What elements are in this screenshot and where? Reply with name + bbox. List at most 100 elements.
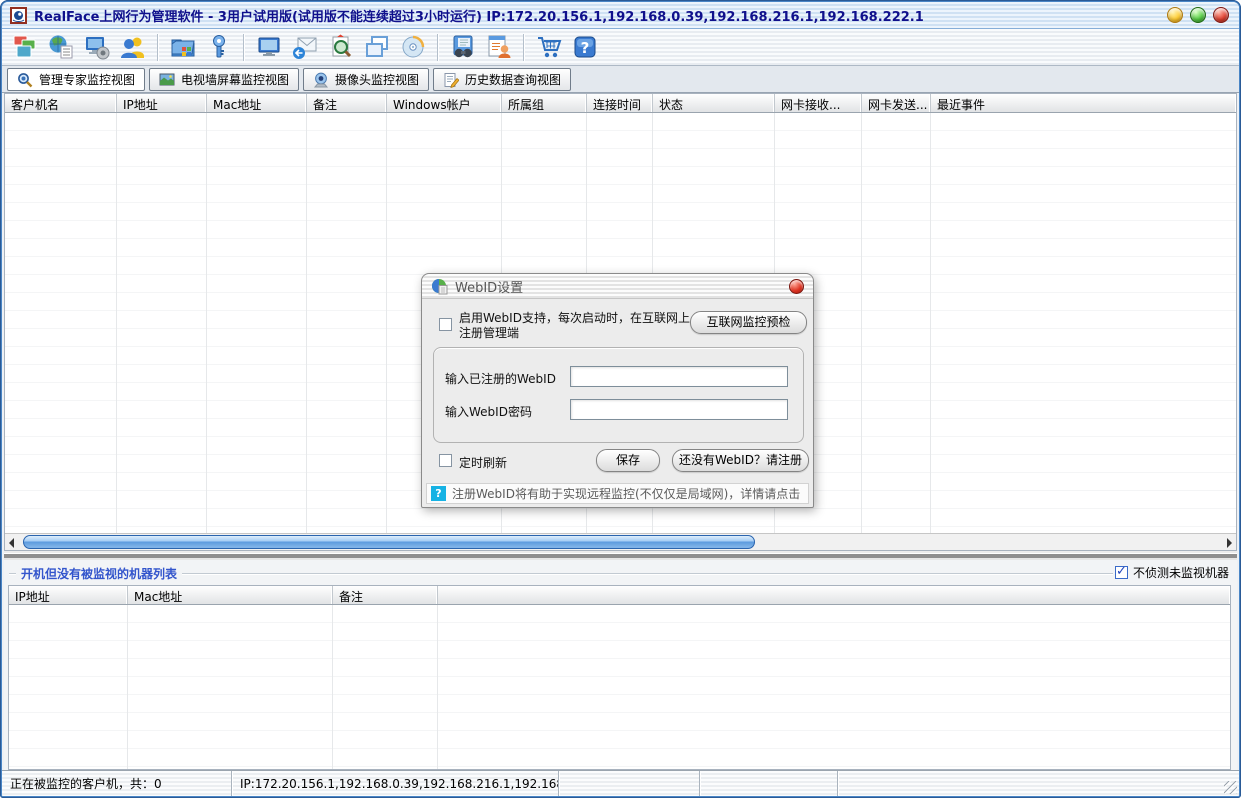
column-header-connect-time[interactable]: 连接时间 [587, 94, 653, 112]
scroll-right-arrow[interactable] [1227, 538, 1232, 548]
enable-webid-checkbox[interactable] [439, 318, 452, 331]
toolbar: ? [2, 29, 1239, 66]
column-header-remark[interactable]: 备注 [333, 586, 438, 604]
screen-wall-icon [159, 72, 175, 88]
close-button[interactable] [1213, 7, 1229, 23]
horizontal-scrollbar[interactable] [5, 533, 1236, 550]
column-header-ip[interactable]: IP地址 [117, 94, 207, 112]
status-panel-empty [559, 771, 700, 796]
toolbar-screen-button[interactable] [254, 33, 283, 62]
toolbar-windows-layers-button[interactable] [10, 33, 39, 62]
toolbar-globe-list-button[interactable] [46, 33, 75, 62]
toolbar-mail-reply-button[interactable] [290, 33, 319, 62]
dialog-title: WebID设置 [455, 277, 789, 296]
toolbar-disc-button[interactable] [398, 33, 427, 62]
toolbar-user-list-button[interactable] [484, 33, 513, 62]
webid-group-box [433, 347, 804, 443]
column-header-windows-account[interactable]: Windows帐户 [387, 94, 502, 112]
dialog-globe-icon [431, 278, 448, 295]
magnifier-icon [17, 72, 33, 88]
toolbar-users-button[interactable] [118, 33, 147, 62]
no-detect-checkbox-label: 不侦测未监视机器 [1133, 564, 1229, 581]
dialog-title-bar: WebID设置 [422, 274, 813, 299]
app-logo-icon [10, 7, 27, 24]
globe-list-icon [48, 34, 74, 60]
toolbar-separator [523, 34, 524, 61]
no-detect-checkbox-group[interactable]: 不侦测未监视机器 [1113, 564, 1231, 581]
group-box-line [9, 573, 1231, 574]
toolbar-separator [157, 34, 158, 61]
webid-input-label: 输入已注册的WebID [445, 370, 556, 387]
toolbar-key-button[interactable] [204, 33, 233, 62]
panel-splitter[interactable] [4, 551, 1237, 560]
address-book-icon [450, 34, 476, 60]
column-header-client-name[interactable]: 客户机名 [5, 94, 117, 112]
app-window: RealFace上网行为管理软件 - 3用户试用版(试用版不能连续超过3小时运行… [0, 0, 1241, 798]
column-header-blank [438, 586, 1230, 604]
webid-settings-dialog: WebID设置 启用WebID支持，每次启动时，在互联网上注册管理端 互联网监控… [421, 273, 814, 508]
internet-precheck-button[interactable]: 互联网监控预检 [690, 311, 807, 334]
window-title: RealFace上网行为管理软件 - 3用户试用版(试用版不能连续超过3小时运行… [34, 6, 1160, 25]
no-detect-checkbox[interactable] [1115, 566, 1128, 579]
toolbar-search-document-button[interactable] [326, 33, 355, 62]
minimize-button[interactable] [1167, 7, 1183, 23]
tab-label: 电视墙屏幕监控视图 [181, 71, 289, 88]
maximize-button[interactable] [1190, 7, 1206, 23]
enable-webid-label: 启用WebID支持，每次启动时，在互联网上注册管理端 [459, 311, 697, 341]
tab-label: 管理专家监控视图 [39, 71, 135, 88]
screen-icon [256, 34, 282, 60]
users-icon [120, 34, 146, 60]
status-bar: 正在被监控的客户机，共：0 IP:172.20.156.1,192.168.0.… [2, 770, 1239, 796]
tab-label: 历史数据查询视图 [465, 71, 561, 88]
toolbar-copy-windows-button[interactable] [362, 33, 391, 62]
history-edit-icon [443, 72, 459, 88]
save-button[interactable]: 保存 [596, 449, 660, 472]
toolbar-separator [437, 34, 438, 61]
column-header-group[interactable]: 所属组 [502, 94, 587, 112]
tab-history-query-view[interactable]: 历史数据查询视图 [433, 68, 571, 91]
cart-icon [536, 34, 562, 60]
status-panel-empty [838, 771, 1239, 796]
mail-reply-icon [292, 34, 318, 60]
column-header-status[interactable]: 状态 [653, 94, 775, 112]
column-header-nic-recv[interactable]: 网卡接收... [775, 94, 862, 112]
column-header-remark[interactable]: 备注 [307, 94, 387, 112]
toolbar-folder-blocks-button[interactable] [168, 33, 197, 62]
status-panel-empty [700, 771, 838, 796]
toolbar-help-button[interactable]: ? [570, 33, 599, 62]
webid-input[interactable] [570, 366, 788, 387]
column-header-ip[interactable]: IP地址 [9, 586, 128, 604]
unmonitored-list-title: 开机但没有被监视的机器列表 [16, 565, 182, 582]
dialog-help-text: 注册WebID将有助于实现远程监控(不仅仅是局域网)，详情请点击 [452, 485, 800, 502]
timed-refresh-checkbox[interactable] [439, 454, 452, 467]
tab-camera-view[interactable]: 摄像头监控视图 [303, 68, 429, 91]
toolbar-monitor-settings-button[interactable] [82, 33, 111, 62]
webid-password-input[interactable] [570, 399, 788, 420]
scrollbar-thumb[interactable] [23, 535, 755, 549]
toolbar-cart-button[interactable] [534, 33, 563, 62]
column-header-nic-send[interactable]: 网卡发送... [862, 94, 931, 112]
title-bar: RealFace上网行为管理软件 - 3用户试用版(试用版不能连续超过3小时运行… [2, 2, 1239, 29]
tab-label: 摄像头监控视图 [335, 71, 419, 88]
register-webid-button[interactable]: 还没有WebID？请注册 [672, 449, 809, 472]
client-table-header: 客户机名 IP地址 Mac地址 备注 Windows帐户 所属组 连接时间 状态… [5, 94, 1236, 113]
camera-icon [313, 72, 329, 88]
unmonitored-table-header: IP地址 Mac地址 备注 [9, 586, 1230, 605]
resize-grip[interactable] [1224, 781, 1237, 794]
view-tabs: 管理专家监控视图 电视墙屏幕监控视图 摄像头监控视图 历史 [2, 66, 1239, 93]
tab-expert-monitor-view[interactable]: 管理专家监控视图 [7, 68, 145, 91]
toolbar-address-book-button[interactable] [448, 33, 477, 62]
tab-tv-wall-view[interactable]: 电视墙屏幕监控视图 [149, 68, 299, 91]
column-header-recent-event[interactable]: 最近事件 [931, 94, 1236, 112]
question-icon: ? [431, 486, 446, 501]
dialog-close-button[interactable] [789, 279, 804, 294]
key-icon [206, 34, 232, 60]
column-header-mac[interactable]: Mac地址 [207, 94, 307, 112]
unmonitored-panel: 开机但没有被监视的机器列表 不侦测未监视机器 IP地址 Mac地址 备注 [4, 560, 1237, 772]
scroll-left-arrow[interactable] [9, 538, 14, 548]
user-list-icon [486, 34, 512, 60]
column-header-mac[interactable]: Mac地址 [128, 586, 333, 604]
dialog-help-bar[interactable]: ? 注册WebID将有助于实现远程监控(不仅仅是局域网)，详情请点击 [426, 483, 809, 504]
search-document-icon [328, 34, 354, 60]
unmonitored-table: IP地址 Mac地址 备注 [8, 585, 1231, 770]
